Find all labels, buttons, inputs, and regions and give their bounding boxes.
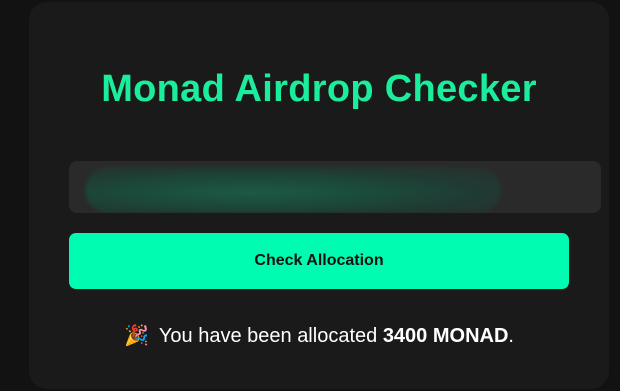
result-suffix: . [508,325,514,347]
page-title: Monad Airdrop Checker [101,68,537,110]
wallet-address-field[interactable] [69,161,601,213]
result-prefix: You have been allocated [158,325,378,347]
allocation-result: 🎉 You have been allocated 3400 MONAD. [29,323,609,348]
wallet-address-input[interactable] [69,161,601,213]
party-popper-icon: 🎉 [124,325,149,347]
check-allocation-button[interactable]: Check Allocation [69,233,569,289]
allocation-amount: 3400 MONAD [382,325,509,347]
checker-card: Monad Airdrop Checker Check Allocation 🎉… [29,2,609,389]
